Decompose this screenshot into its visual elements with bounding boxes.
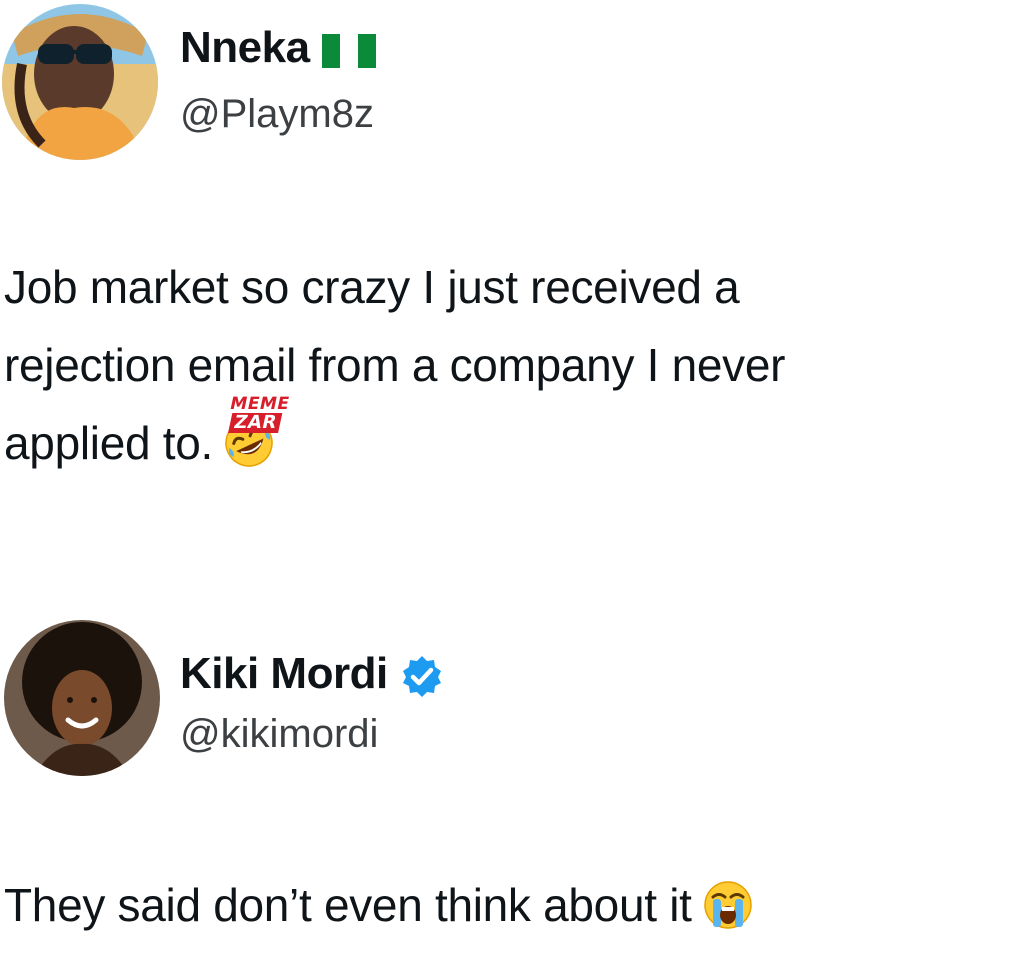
tweet-text-line: Job market so crazy I just received a <box>4 261 740 313</box>
tweet-text-line: rejection email from a company I never <box>4 339 786 391</box>
tweet-text-segment: applied to. <box>4 417 213 469</box>
name-row: Kiki Mordi <box>180 648 444 700</box>
name-row: Nneka <box>180 22 376 74</box>
tweet-kikimordi: Kiki Mordi @kikimordi They said don’t ev… <box>0 612 1019 938</box>
watermark-top: MEME <box>228 394 292 414</box>
tweet-nneka: Nneka @Playm8z Job market so crazy I jus… <box>0 0 1019 520</box>
avatar-nneka[interactable] <box>2 4 158 160</box>
tweet-text: They said don’t even think about it <box>4 866 1014 954</box>
avatar-photo-icon <box>4 620 160 776</box>
nigeria-flag-icon <box>321 34 376 68</box>
tweet-text-line-last: applied to. <box>4 404 1014 492</box>
loudly-crying-face-emoji-icon <box>702 876 754 954</box>
tweet-text-line-last: They said don’t even think about it <box>4 866 1014 954</box>
watermark-logo: MEME ZAR <box>224 394 292 433</box>
display-name[interactable]: Nneka <box>180 22 310 74</box>
user-handle[interactable]: @Playm8z <box>180 90 374 138</box>
display-name[interactable]: Kiki Mordi <box>180 648 388 700</box>
tweet-text: Job market so crazy I just received a re… <box>4 248 1014 492</box>
avatar-photo-icon <box>2 4 158 160</box>
verified-badge-icon <box>400 654 444 698</box>
tweet-text-segment: They said don’t even think about it <box>4 879 692 931</box>
avatar-kikimordi[interactable] <box>4 620 160 776</box>
watermark-bottom: ZAR <box>228 412 283 433</box>
user-handle[interactable]: @kikimordi <box>180 710 378 758</box>
